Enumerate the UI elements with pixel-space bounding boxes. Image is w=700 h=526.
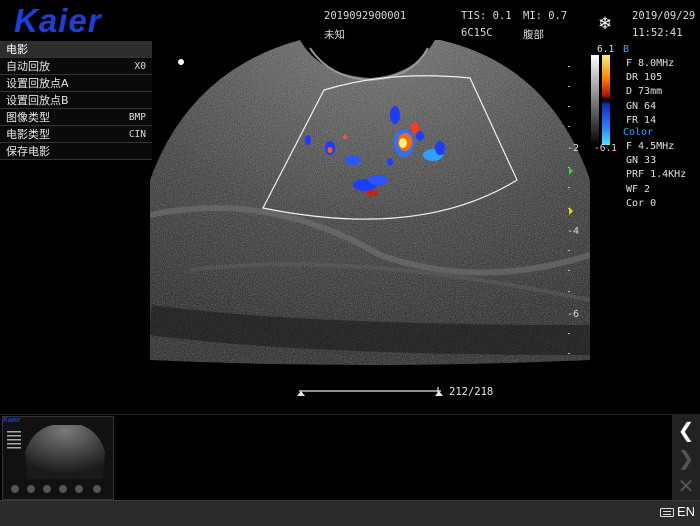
menu-item-set-point-b[interactable]: 设置回放点B	[0, 92, 152, 109]
colorbar-bottom: -6.1	[594, 143, 617, 154]
language-indicator[interactable]: EN	[677, 504, 695, 519]
cine-menu: 电影 自动回放 X0 设置回放点A 设置回放点B 图像类型 BMP 电影类型 CIN …	[0, 41, 152, 160]
tis-value: TIS: 0.1	[461, 10, 512, 22]
snowflake-icon[interactable]: ❄	[598, 14, 612, 34]
depth-label-4: -4	[567, 226, 580, 237]
menu-item-set-point-a[interactable]: 设置回放点A	[0, 75, 152, 92]
thumbnail-1[interactable]	[2, 416, 114, 500]
menu-item-cine-type[interactable]: 电影类型 CIN	[0, 126, 152, 143]
bmode-params: F 8.0MHz DR 105 D 73mm GN 64 FR 14	[626, 58, 675, 126]
cine-point-b-marker	[435, 391, 443, 396]
cine-frame-counter: 212/218	[449, 386, 494, 398]
status-bar	[0, 500, 700, 526]
time: 11:52:41	[632, 27, 683, 39]
side-toolbar: ❮ ❯ ✕	[672, 414, 700, 500]
menu-item-auto-replay[interactable]: 自动回放 X0	[0, 58, 152, 75]
ultrasound-image[interactable]	[150, 40, 590, 380]
color-label: Color	[623, 127, 654, 138]
mi-value: MI: 0.7	[523, 10, 568, 22]
color-params: F 4.5MHz GN 33 PRF 1.4KHz WF 2 Cor 0	[626, 141, 687, 209]
bmode-label: B	[623, 44, 630, 55]
date: 2019/09/29	[632, 10, 696, 22]
colorbar-top: 6.1	[597, 44, 615, 55]
chevron-right-icon[interactable]: ❯	[672, 444, 700, 472]
probe-name: 6C15C	[461, 27, 493, 39]
depth-label-6: -6	[567, 309, 580, 320]
thumbnail-logo: Kaier	[3, 417, 21, 424]
chevron-left-icon[interactable]: ❮	[672, 416, 700, 444]
menu-item-save-cine[interactable]: 保存电影	[0, 143, 152, 160]
keyboard-icon[interactable]	[660, 508, 674, 517]
depth-label-2: -2	[567, 143, 580, 154]
menu-item-image-type[interactable]: 图像类型 BMP	[0, 109, 152, 126]
menu-title: 电影	[0, 41, 152, 58]
brand-logo: Kaier	[14, 2, 102, 39]
cine-point-a-marker	[297, 391, 305, 396]
cine-slider[interactable]	[295, 386, 447, 400]
patient-id: 2019092900001	[324, 10, 407, 22]
grayscale-colorbar	[591, 55, 610, 145]
focus-marker	[178, 59, 184, 65]
close-icon[interactable]: ✕	[672, 472, 700, 500]
